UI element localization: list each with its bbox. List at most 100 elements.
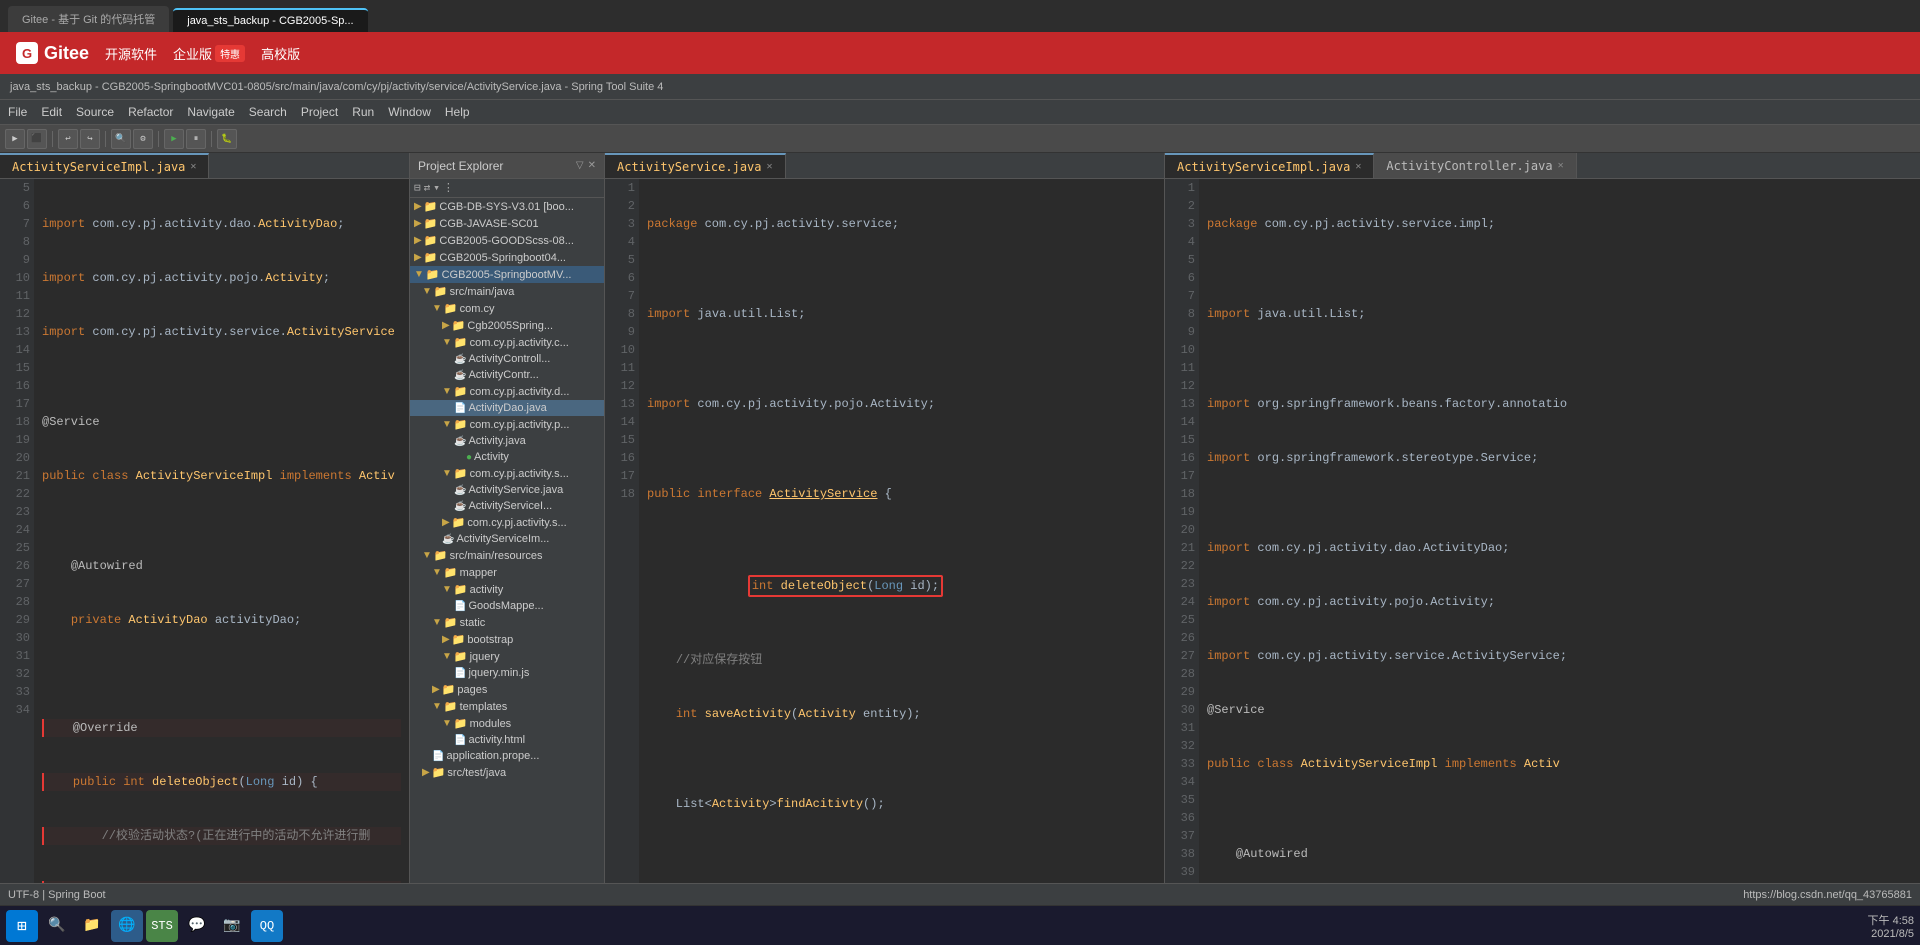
gitee-nav-enterprise[interactable]: 企业版 特惠: [173, 44, 245, 63]
tree-item-activitydao[interactable]: 📄 ActivityDao.java: [410, 400, 604, 416]
taskbar-sts-btn[interactable]: STS: [146, 910, 178, 942]
right-tab1-close[interactable]: ✕: [1355, 161, 1361, 172]
right-tab-activityserviceimpl[interactable]: ActivityServiceImpl.java ✕: [1165, 153, 1374, 178]
tree-item-src-test-java[interactable]: ▶ 📁 src/test/java: [410, 764, 604, 781]
tree-item-springboot04[interactable]: ▶ 📁 CGB2005-Springboot04...: [410, 249, 604, 266]
tree-container[interactable]: ▶ 📁 CGB-DB-SYS-V3.01 [boo... ▶ 📁 CGB-JAV…: [410, 198, 604, 883]
taskbar-search-btn[interactable]: 🔍: [41, 910, 73, 942]
left-tab-close[interactable]: ✕: [190, 161, 196, 172]
taskbar-browser-btn[interactable]: 🌐: [111, 910, 143, 942]
menu-navigate[interactable]: Navigate: [187, 105, 234, 119]
taskbar-camera-btn[interactable]: 📷: [216, 910, 248, 942]
tree-item-cgb-javase[interactable]: ▶ 📁 CGB-JAVASE-SC01: [410, 215, 604, 232]
tree-item-cgb-db[interactable]: ▶ 📁 CGB-DB-SYS-V3.01 [boo...: [410, 198, 604, 215]
tree-item-activitycontr[interactable]: ☕ ActivityContr...: [410, 367, 604, 383]
tree-item-jquery[interactable]: ▼ 📁 jquery: [410, 648, 604, 665]
filter-icon[interactable]: ▾: [433, 181, 440, 195]
right-tab2-close[interactable]: ✕: [1558, 160, 1564, 171]
collapse-all-icon[interactable]: ⊟: [414, 181, 421, 195]
taskbar-qq-btn[interactable]: QQ: [251, 910, 283, 942]
center-tab-close[interactable]: ✕: [767, 161, 773, 172]
view-menu-icon[interactable]: ⋮: [443, 181, 454, 195]
browser-tab-bar: Gitee - 基于 Git 的代码托管 java_sts_backup - C…: [0, 0, 1920, 32]
menu-window[interactable]: Window: [388, 105, 431, 119]
tree-item-mapper[interactable]: ▼ 📁 mapper: [410, 564, 604, 581]
tree-item-activity-folder[interactable]: ▼ 📁 activity: [410, 581, 604, 598]
tree-item-activityservicei[interactable]: ☕ ActivityServiceI...: [410, 498, 604, 514]
status-line-info: UTF-8 | Spring Boot: [8, 889, 106, 901]
toolbar-btn-1[interactable]: ▶: [5, 129, 25, 149]
tree-item-activity-s2[interactable]: ▶ 📁 com.cy.pj.activity.s...: [410, 514, 604, 531]
browser-tab-gitee[interactable]: Gitee - 基于 Git 的代码托管: [8, 6, 169, 32]
menu-file[interactable]: File: [8, 105, 27, 119]
tree-label: CGB-DB-SYS-V3.01 [boo...: [439, 201, 574, 213]
right-tab-activitycontroller[interactable]: ActivityController.java ✕: [1374, 153, 1576, 178]
menu-search[interactable]: Search: [249, 105, 287, 119]
menu-run[interactable]: Run: [352, 105, 374, 119]
tree-label: bootstrap: [467, 634, 513, 646]
left-line-numbers: 567891011121314 15161718192021222324 252…: [0, 179, 34, 883]
gitee-nav-university[interactable]: 高校版: [261, 44, 300, 63]
toolbar-btn-6[interactable]: ⚙: [133, 129, 153, 149]
taskbar-file-btn[interactable]: 📁: [76, 910, 108, 942]
tree-item-cgb-goods[interactable]: ▶ 📁 CGB2005-GOODScss-08...: [410, 232, 604, 249]
menu-refactor[interactable]: Refactor: [128, 105, 173, 119]
tree-item-activity-s[interactable]: ▼ 📁 com.cy.pj.activity.s...: [410, 465, 604, 482]
tree-item-activityservice[interactable]: ☕ ActivityService.java: [410, 482, 604, 498]
toolbar-btn-3[interactable]: ↩: [58, 129, 78, 149]
tree-item-jqueryminjs[interactable]: 📄 jquery.min.js: [410, 665, 604, 681]
tree-label: pages: [457, 684, 487, 696]
tree-item-bootstrap[interactable]: ▶ 📁 bootstrap: [410, 631, 604, 648]
tree-item-springbootmvc[interactable]: ▼ 📁 CGB2005-SpringbootMV...: [410, 266, 604, 283]
toolbar-btn-8[interactable]: ⏸: [186, 129, 206, 149]
tree-item-modules[interactable]: ▼ 📁 modules: [410, 715, 604, 732]
gitee-nav-opensource[interactable]: 开源软件: [105, 44, 157, 63]
center-tab-label: ActivityService.java: [617, 160, 762, 174]
taskbar: ⊞ 🔍 📁 🌐 STS 💬 📷 QQ 下午 4:58 2021/8/5: [0, 905, 1920, 945]
center-editor-tabs: ActivityService.java ✕: [605, 153, 1164, 179]
toolbar-btn-7[interactable]: ▶: [164, 129, 184, 149]
link-with-editor-icon[interactable]: ⇄: [424, 181, 431, 195]
tree-item-activity-c[interactable]: ▼ 📁 com.cy.pj.activity.c...: [410, 334, 604, 351]
panel-minimize-btn[interactable]: ▽: [576, 160, 584, 171]
tree-item-comcy[interactable]: ▼ 📁 com.cy: [410, 300, 604, 317]
taskbar-chat-btn[interactable]: 💬: [181, 910, 213, 942]
tree-item-activityhtml[interactable]: 📄 activity.html: [410, 732, 604, 748]
menu-project[interactable]: Project: [301, 105, 338, 119]
ide-body: ActivityServiceImpl.java ✕ 5678910111213…: [0, 153, 1920, 883]
tree-item-activity-java[interactable]: ☕ Activity.java: [410, 433, 604, 449]
menu-edit[interactable]: Edit: [41, 105, 62, 119]
project-explorer-panel: Project Explorer ▽ ✕ ⊟ ⇄ ▾ ⋮ ▶ 📁 CGB-DB-…: [410, 153, 605, 883]
status-bar: UTF-8 | Spring Boot https://blog.csdn.ne…: [0, 883, 1920, 905]
toolbar-btn-2[interactable]: ⬛: [27, 129, 47, 149]
tree-item-activity-p[interactable]: ▼ 📁 com.cy.pj.activity.p...: [410, 416, 604, 433]
tree-item-src-main-resources[interactable]: ▼ 📁 src/main/resources: [410, 547, 604, 564]
tree-item-cgb2005spring[interactable]: ▶ 📁 Cgb2005Spring...: [410, 317, 604, 334]
tree-label: com.cy.pj.activity.p...: [470, 419, 570, 431]
menu-help[interactable]: Help: [445, 105, 470, 119]
tree-item-activityserviceim[interactable]: ☕ ActivityServiceIm...: [410, 531, 604, 547]
tree-item-application[interactable]: 📄 application.prope...: [410, 748, 604, 764]
tree-item-activity-d[interactable]: ▼ 📁 com.cy.pj.activity.d...: [410, 383, 604, 400]
toolbar-btn-9[interactable]: 🐛: [217, 129, 237, 149]
tree-item-static[interactable]: ▼ 📁 static: [410, 614, 604, 631]
ide-menu-bar: File Edit Source Refactor Navigate Searc…: [0, 100, 1920, 125]
panel-close-btn[interactable]: ✕: [588, 160, 596, 171]
toolbar-btn-5[interactable]: 🔍: [111, 129, 131, 149]
tree-label: ActivityServiceIm...: [456, 533, 549, 545]
left-tab-activityserviceimpl[interactable]: ActivityServiceImpl.java ✕: [0, 153, 209, 178]
menu-source[interactable]: Source: [76, 105, 114, 119]
tree-item-src-main-java[interactable]: ▼ 📁 src/main/java: [410, 283, 604, 300]
tree-item-activitycontroll[interactable]: ☕ ActivityControll...: [410, 351, 604, 367]
center-tab-activityservice[interactable]: ActivityService.java ✕: [605, 153, 786, 178]
tree-label: Activity.java: [468, 435, 525, 447]
tree-item-templates[interactable]: ▼ 📁 templates: [410, 698, 604, 715]
left-editor-tabs: ActivityServiceImpl.java ✕: [0, 153, 409, 179]
tree-item-activity-class[interactable]: ● Activity: [410, 449, 604, 465]
tree-item-goodsmapper[interactable]: 📄 GoodsMappe...: [410, 598, 604, 614]
browser-tab-sts[interactable]: java_sts_backup - CGB2005-Sp...: [173, 8, 367, 32]
toolbar-btn-4[interactable]: ↪: [80, 129, 100, 149]
taskbar-start-btn[interactable]: ⊞: [6, 910, 38, 942]
tree-label: jquery: [470, 651, 500, 663]
tree-item-pages[interactable]: ▶ 📁 pages: [410, 681, 604, 698]
